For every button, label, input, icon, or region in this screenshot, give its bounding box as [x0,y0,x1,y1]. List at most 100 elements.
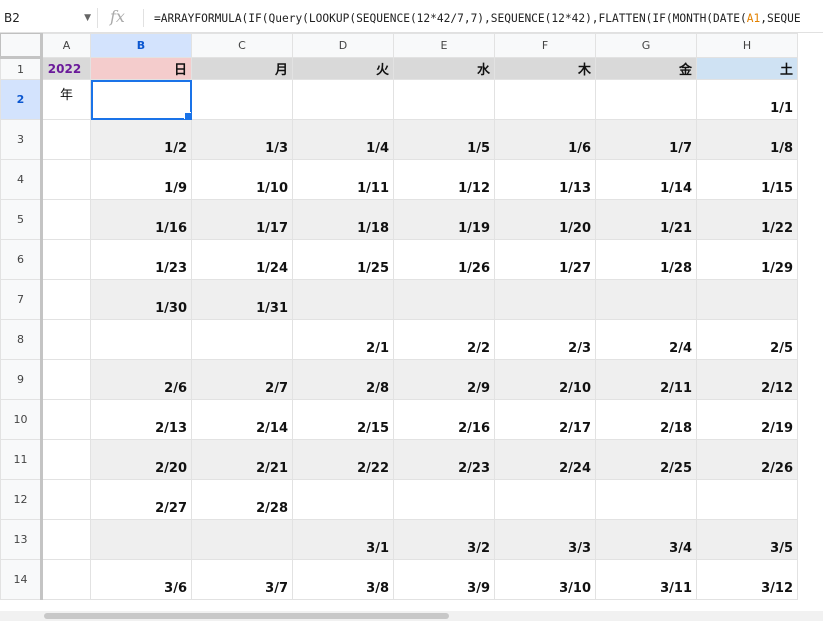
date-cell[interactable]: 1/23 [90,239,192,280]
date-cell[interactable]: 2/1 [292,319,394,360]
cell[interactable] [41,559,91,600]
date-cell[interactable]: 2/16 [393,399,495,440]
date-cell[interactable]: 2/19 [696,399,798,440]
date-cell[interactable] [393,479,495,520]
date-cell[interactable]: 1/5 [393,119,495,160]
row-header[interactable]: 10 [0,399,43,440]
row-header[interactable]: 4 [0,159,43,200]
date-cell[interactable]: 1/31 [191,279,293,320]
date-cell[interactable] [595,279,697,320]
date-cell[interactable]: 2/11 [595,359,697,400]
row-header[interactable]: 6 [0,239,43,280]
date-cell[interactable]: 1/9 [90,159,192,200]
date-cell[interactable]: 3/8 [292,559,394,600]
date-cell[interactable]: 1/27 [494,239,596,280]
date-cell[interactable]: 3/7 [191,559,293,600]
cell[interactable] [41,319,91,360]
date-cell[interactable] [595,79,697,120]
row-header[interactable]: 7 [0,279,43,320]
row-header[interactable]: 11 [0,439,43,480]
cell[interactable] [41,239,91,280]
fill-handle[interactable] [184,112,191,119]
date-cell[interactable]: 1/1 [696,79,798,120]
date-cell[interactable]: 1/15 [696,159,798,200]
date-cell[interactable] [90,519,192,560]
name-box[interactable]: B2 ▼ [0,8,98,28]
cell[interactable] [41,279,91,320]
date-cell[interactable]: 2/4 [595,319,697,360]
date-cell[interactable]: 1/22 [696,199,798,240]
date-cell[interactable]: 2/6 [90,359,192,400]
date-cell[interactable] [292,79,394,120]
date-cell[interactable]: 1/7 [595,119,697,160]
row-header[interactable]: 14 [0,559,43,600]
select-all-corner[interactable] [0,33,43,59]
cell[interactable] [41,159,91,200]
date-cell[interactable]: 1/28 [595,239,697,280]
date-cell[interactable]: 1/3 [191,119,293,160]
spreadsheet-grid[interactable]: ABCDEFGH 1 2022 日月火水木金土 2 年 1/1 3 1/2 1/3 1/4 1… [0,33,798,600]
row-header[interactable]: 13 [0,519,43,560]
date-cell[interactable]: 2/2 [393,319,495,360]
date-cell[interactable]: 3/12 [696,559,798,600]
date-cell[interactable]: 1/16 [90,199,192,240]
date-cell[interactable]: 2/26 [696,439,798,480]
date-cell[interactable]: 1/6 [494,119,596,160]
date-cell[interactable]: 2/5 [696,319,798,360]
column-header[interactable]: G [595,33,697,58]
date-cell[interactable] [191,519,293,560]
date-cell[interactable]: 2/9 [393,359,495,400]
column-header[interactable]: B [90,33,192,58]
date-cell[interactable] [90,319,192,360]
date-cell[interactable]: 2/24 [494,439,596,480]
cell[interactable] [41,199,91,240]
date-cell[interactable]: 3/9 [393,559,495,600]
weekday-header-cell[interactable]: 日 [90,57,192,80]
date-cell[interactable]: 1/26 [393,239,495,280]
date-cell[interactable]: 3/10 [494,559,596,600]
row-header[interactable]: 5 [0,199,43,240]
cell[interactable] [41,519,91,560]
date-cell[interactable]: 3/3 [494,519,596,560]
date-cell[interactable]: 2/12 [696,359,798,400]
date-cell[interactable]: 3/5 [696,519,798,560]
date-cell[interactable]: 3/4 [595,519,697,560]
cell[interactable]: 年 [41,79,91,120]
date-cell[interactable]: 2/17 [494,399,596,440]
date-cell[interactable]: 1/14 [595,159,697,200]
weekday-header-cell[interactable]: 金 [595,57,697,80]
date-cell[interactable] [292,279,394,320]
date-cell[interactable]: 2/10 [494,359,596,400]
column-header[interactable]: H [696,33,798,58]
cell[interactable] [41,359,91,400]
weekday-header-cell[interactable]: 月 [191,57,293,80]
date-cell[interactable] [393,279,495,320]
date-cell[interactable]: 2/8 [292,359,394,400]
row-header[interactable]: 9 [0,359,43,400]
row-header[interactable]: 3 [0,119,43,160]
date-cell[interactable]: 2/18 [595,399,697,440]
date-cell[interactable]: 2/21 [191,439,293,480]
column-header[interactable]: E [393,33,495,58]
date-cell[interactable]: 1/4 [292,119,394,160]
cell[interactable] [41,399,91,440]
date-cell[interactable] [494,279,596,320]
date-cell[interactable]: 1/20 [494,199,596,240]
chevron-down-icon[interactable]: ▼ [84,8,91,28]
row-header[interactable]: 12 [0,479,43,520]
date-cell[interactable]: 1/8 [696,119,798,160]
date-cell[interactable] [292,479,394,520]
date-cell[interactable]: 1/24 [191,239,293,280]
weekday-header-cell[interactable]: 木 [494,57,596,80]
weekday-header-cell[interactable]: 火 [292,57,394,80]
row-header[interactable]: 2 [0,79,43,120]
year-cell[interactable]: 2022 [41,57,91,80]
date-cell[interactable] [393,79,495,120]
date-cell[interactable] [191,79,293,120]
date-cell[interactable]: 1/10 [191,159,293,200]
date-cell[interactable]: 1/2 [90,119,192,160]
date-cell[interactable] [595,479,697,520]
date-cell[interactable]: 2/7 [191,359,293,400]
column-header[interactable]: A [41,33,91,58]
date-cell[interactable]: 2/27 [90,479,192,520]
